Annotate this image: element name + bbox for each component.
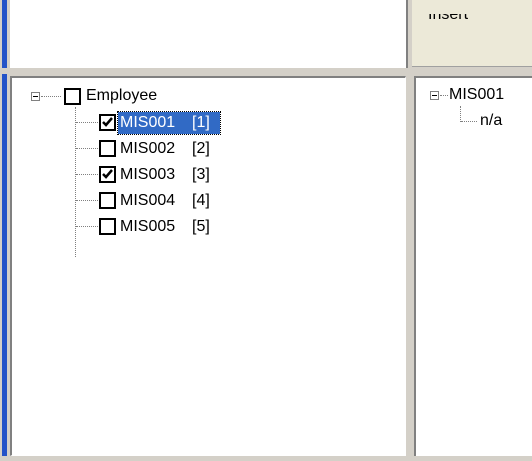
tree-item-mis004[interactable]: MIS004 [4]: [118, 190, 220, 212]
tree-item-mis001[interactable]: MIS001 [1]: [117, 111, 221, 135]
top-right-panel: Insert: [412, 0, 532, 67]
tree-item-label: MIS005: [120, 218, 176, 235]
tree-item-index: [5]: [192, 218, 210, 235]
tree-connector-vertical: [75, 107, 77, 257]
check-icon: [102, 169, 113, 179]
tree-connector: [76, 226, 98, 228]
tree-connector: [41, 96, 61, 98]
app-window: Insert Employee MIS001 [1] MIS002 [2] MI…: [0, 0, 532, 461]
horizontal-splitter[interactable]: [0, 68, 532, 74]
mis005-checkbox[interactable]: [99, 218, 116, 235]
tree-root-label: Employee: [86, 87, 158, 104]
tree-connector: [76, 174, 98, 176]
tree-item-index: [4]: [192, 192, 210, 209]
tree-item-index: [2]: [192, 140, 210, 157]
check-icon: [102, 117, 113, 127]
collapse-icon[interactable]: [31, 92, 40, 101]
collapse-icon[interactable]: [430, 91, 439, 100]
tree-item-mis005[interactable]: MIS005 [5]: [118, 216, 220, 238]
tree-item-label: MIS004: [120, 192, 176, 209]
tree-connector: [76, 122, 98, 124]
tree-connector: [440, 95, 448, 97]
employee-tree[interactable]: Employee MIS001 [1] MIS002 [2] MIS003 [3…: [10, 76, 406, 456]
tree-connector: [76, 200, 98, 202]
mis003-checkbox[interactable]: [99, 166, 116, 183]
employee-checkbox[interactable]: [64, 88, 81, 105]
tree-item-label: MIS001: [120, 114, 176, 131]
mis001-checkbox[interactable]: [99, 114, 116, 131]
tree-item-label: MIS003: [120, 166, 176, 183]
tree-connector-vertical: [460, 106, 462, 122]
detail-root-label[interactable]: MIS001: [449, 85, 504, 105]
detail-tree[interactable]: MIS001 n/a: [414, 76, 532, 456]
tree-item-index: [3]: [192, 166, 210, 183]
tree-connector: [76, 148, 98, 150]
bottom-border: [0, 456, 532, 461]
mis002-checkbox[interactable]: [99, 140, 116, 157]
tree-item-label: MIS002: [120, 140, 176, 157]
mis004-checkbox[interactable]: [99, 192, 116, 209]
top-left-panel: [10, 0, 408, 70]
panel-clip: [412, 0, 532, 14]
tree-item-mis002[interactable]: MIS002 [2]: [118, 138, 220, 160]
tree-item-mis003[interactable]: MIS003 [3]: [118, 164, 220, 186]
tree-connector: [461, 121, 477, 123]
tree-item-index: [1]: [192, 114, 210, 131]
detail-child-label[interactable]: n/a: [480, 111, 502, 131]
